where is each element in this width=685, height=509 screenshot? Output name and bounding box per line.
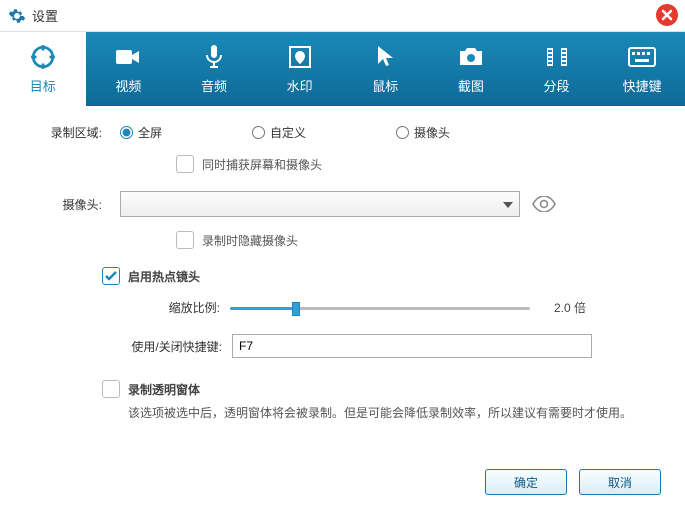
preview-camera-button[interactable] bbox=[532, 196, 556, 212]
footer: 确定 取消 bbox=[485, 469, 661, 495]
camera-row: 摄像头: bbox=[30, 191, 655, 217]
checkbox-enable-zoom[interactable] bbox=[102, 267, 120, 285]
tab-mouse[interactable]: 鼠标 bbox=[343, 32, 429, 106]
watermark-icon bbox=[288, 44, 312, 70]
tab-label: 快捷键 bbox=[623, 76, 662, 95]
microphone-icon bbox=[204, 44, 224, 70]
hotkey-input[interactable] bbox=[232, 334, 592, 358]
window-title: 设置 bbox=[32, 6, 58, 25]
slider-fill bbox=[230, 307, 296, 310]
enable-zoom-row: 启用热点镜头 bbox=[102, 267, 655, 285]
capture-both-row: 同时捕获屏幕和摄像头 bbox=[120, 155, 655, 173]
cursor-icon bbox=[375, 44, 395, 70]
radio-fullscreen-input[interactable] bbox=[120, 126, 133, 139]
record-transparent-desc: 该选项被选中后，透明窗体将会被录制。但是可能会降低录制效率，所以建议有需要时才使… bbox=[128, 404, 655, 421]
tab-label: 鼠标 bbox=[372, 76, 398, 95]
tab-label: 水印 bbox=[287, 76, 313, 95]
tab-screenshot[interactable]: 截图 bbox=[428, 32, 514, 106]
checkbox-capture-both[interactable] bbox=[176, 155, 194, 173]
record-transparent-label: 录制透明窗体 bbox=[128, 381, 200, 398]
crosshair-icon bbox=[30, 44, 56, 70]
cancel-button[interactable]: 取消 bbox=[579, 469, 661, 495]
gear-icon bbox=[8, 7, 26, 25]
zoom-slider[interactable] bbox=[230, 300, 530, 316]
radio-custom-input[interactable] bbox=[252, 126, 265, 139]
tab-video[interactable]: 视频 bbox=[86, 32, 172, 106]
capture-both-label: 同时捕获屏幕和摄像头 bbox=[202, 156, 322, 173]
radio-camera-input[interactable] bbox=[396, 126, 409, 139]
tab-label: 截图 bbox=[458, 76, 484, 95]
radio-custom[interactable]: 自定义 bbox=[252, 124, 306, 141]
slider-thumb[interactable] bbox=[292, 302, 300, 316]
tab-shortcut[interactable]: 快捷键 bbox=[599, 32, 685, 106]
tab-target[interactable]: 目标 bbox=[0, 32, 86, 106]
tab-label: 目标 bbox=[30, 76, 56, 95]
ok-button[interactable]: 确定 bbox=[485, 469, 567, 495]
tabs-bar: 目标 视频 音频 水印 鼠标 截图 分段 bbox=[0, 32, 685, 106]
tab-audio[interactable]: 音频 bbox=[171, 32, 257, 106]
zoom-ratio-label: 缩放比例: bbox=[150, 299, 220, 316]
tab-watermark[interactable]: 水印 bbox=[257, 32, 343, 106]
chevron-down-icon bbox=[503, 197, 513, 211]
hide-camera-label: 录制时隐藏摄像头 bbox=[202, 232, 298, 249]
record-area-radios: 全屏 自定义 摄像头 bbox=[120, 124, 655, 141]
camera-label: 摄像头: bbox=[30, 196, 120, 213]
tab-label: 音频 bbox=[201, 76, 227, 95]
camera-icon bbox=[458, 44, 484, 70]
camera-combo[interactable] bbox=[120, 191, 520, 217]
radio-camera[interactable]: 摄像头 bbox=[396, 124, 450, 141]
tab-label: 视频 bbox=[115, 76, 141, 95]
content-area: 录制区域: 全屏 自定义 摄像头 同时捕获屏幕和摄像头 摄像头: 录制时隐藏摄像… bbox=[0, 106, 685, 421]
radio-fullscreen[interactable]: 全屏 bbox=[120, 124, 162, 141]
record-area-label: 录制区域: bbox=[30, 124, 120, 141]
tab-segment[interactable]: 分段 bbox=[514, 32, 600, 106]
titlebar: 设置 bbox=[0, 0, 685, 32]
zoom-value: 2.0 倍 bbox=[554, 299, 586, 316]
record-area-row: 录制区域: 全屏 自定义 摄像头 bbox=[30, 124, 655, 141]
hide-camera-row: 录制时隐藏摄像头 bbox=[120, 231, 655, 249]
tab-label: 分段 bbox=[544, 76, 570, 95]
hotkey-label: 使用/关闭快捷键: bbox=[102, 338, 222, 355]
enable-zoom-label: 启用热点镜头 bbox=[128, 268, 200, 285]
segment-icon bbox=[544, 44, 570, 70]
record-transparent-row: 录制透明窗体 bbox=[102, 380, 655, 398]
hotkey-row: 使用/关闭快捷键: bbox=[102, 334, 655, 358]
video-icon bbox=[115, 44, 141, 70]
zoom-ratio-row: 缩放比例: 2.0 倍 bbox=[150, 299, 655, 316]
checkbox-hide-camera[interactable] bbox=[176, 231, 194, 249]
keyboard-icon bbox=[628, 44, 656, 70]
close-button[interactable] bbox=[655, 3, 679, 30]
checkbox-record-transparent[interactable] bbox=[102, 380, 120, 398]
